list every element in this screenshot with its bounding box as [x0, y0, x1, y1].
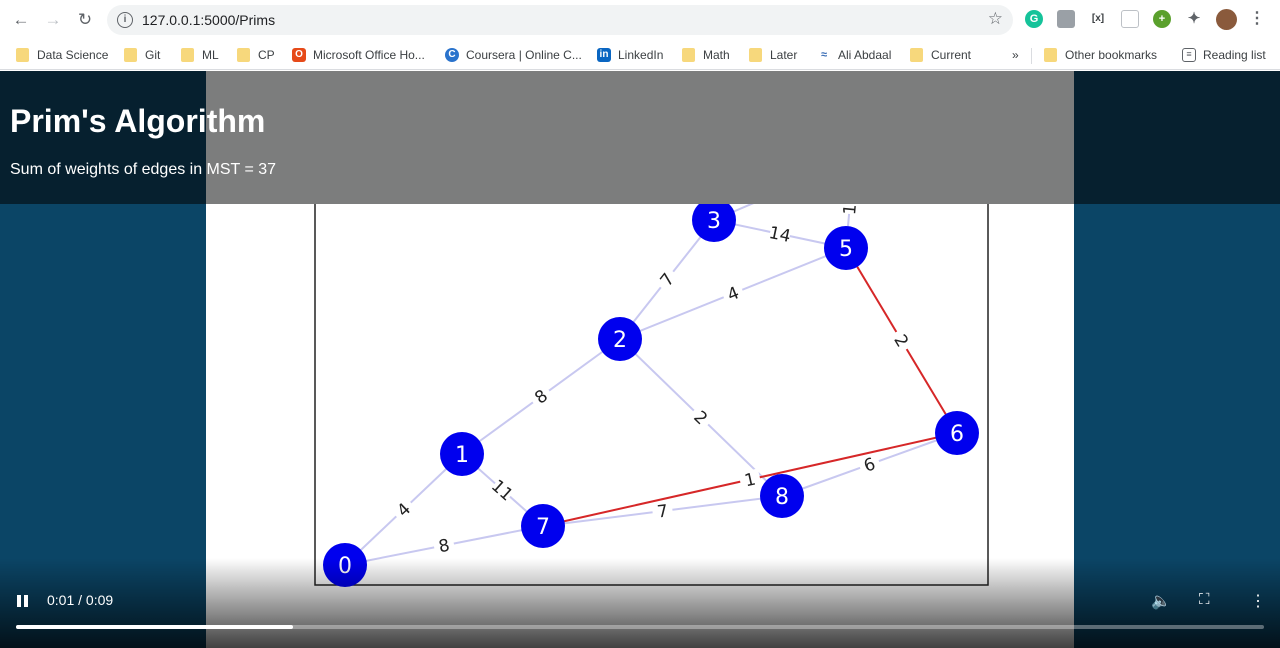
node-label: 7 — [536, 515, 550, 540]
profile-avatar[interactable] — [1216, 9, 1237, 30]
bookmark-math[interactable]: Math — [682, 44, 730, 66]
folder-icon — [1044, 48, 1057, 62]
video-time: 0:01 / 0:09 — [47, 592, 114, 608]
reader-extension-icon[interactable] — [1057, 10, 1075, 28]
folder-icon — [682, 48, 695, 62]
forward-arrow-icon[interactable]: → — [41, 8, 65, 32]
node-layer: 012345678 — [323, 138, 979, 587]
folder-icon — [749, 48, 762, 62]
mst-sum-text: Sum of weights of edges in MST = 37 — [10, 161, 277, 178]
bookmark-current[interactable]: Current — [910, 44, 971, 66]
bookmark-later[interactable]: Later — [749, 44, 797, 66]
node-label: 8 — [775, 485, 789, 510]
edge-weight-label: 14 — [767, 223, 792, 247]
folder-icon — [910, 48, 923, 62]
copy-extension-icon[interactable] — [1121, 10, 1139, 28]
bookmark-git[interactable]: Git — [124, 44, 160, 66]
fullscreen-icon[interactable]: ⛶ — [1199, 591, 1210, 608]
linkedin-icon: in — [597, 48, 611, 62]
bookmark-coursera[interactable]: C Coursera | Online C... — [445, 44, 582, 66]
info-icon[interactable]: i — [117, 12, 133, 28]
url-text[interactable]: 127.0.0.1:5000/Prims — [142, 12, 275, 28]
bookmark-ali-abdaal[interactable]: ≈ Ali Abdaal — [817, 44, 891, 66]
bookmark-linkedin[interactable]: in LinkedIn — [597, 44, 663, 66]
node-label: 1 — [455, 443, 469, 468]
bookmarks-overflow-button[interactable]: » — [1012, 44, 1019, 66]
office-icon: O — [292, 48, 306, 62]
signature-icon: ≈ — [817, 48, 831, 62]
reload-icon[interactable]: ↻ — [73, 8, 97, 32]
bookmarks-divider — [1031, 48, 1032, 64]
bookmark-ml[interactable]: ML — [181, 44, 219, 66]
code-extension-icon[interactable]: [x] — [1089, 10, 1107, 28]
video-controls: 0:01 / 0:09 🔈 ⛶ ⋮ — [0, 587, 1280, 648]
bookmarks-bar: Data Science Git ML CP O Microsoft Office… — [0, 40, 1280, 70]
node-label: 6 — [950, 422, 964, 447]
progress-fill — [16, 625, 294, 629]
back-arrow-icon[interactable]: ← — [9, 8, 33, 32]
header-band-video — [206, 71, 1074, 204]
bookmark-cp[interactable]: CP — [237, 44, 275, 66]
bookmark-microsoft-office[interactable]: O Microsoft Office Ho... — [292, 44, 425, 66]
folder-icon — [16, 48, 29, 62]
folder-icon — [124, 48, 137, 62]
page-title: Prim's Algorithm — [10, 103, 266, 139]
other-bookmarks[interactable]: Other bookmarks — [1044, 44, 1157, 66]
coursera-icon: C — [445, 48, 459, 62]
bookmark-star-icon[interactable]: ☆ — [988, 9, 1003, 29]
menu-kebab-icon[interactable]: ⋮ — [1248, 10, 1266, 28]
plus-extension-icon[interactable]: + — [1153, 10, 1171, 28]
node-label: 5 — [839, 237, 853, 262]
volume-icon[interactable]: 🔈 — [1151, 591, 1171, 611]
grammarly-icon[interactable]: G — [1025, 10, 1043, 28]
folder-icon — [181, 48, 194, 62]
edge-layer — [344, 159, 958, 566]
address-bar[interactable]: i 127.0.0.1:5000/Prims ☆ — [107, 5, 1013, 35]
more-options-icon[interactable]: ⋮ — [1250, 591, 1266, 611]
pause-icon[interactable] — [17, 595, 29, 607]
page-content: 48811742914102167 012345678 Prim's Algor… — [0, 71, 1280, 648]
progress-bar[interactable] — [16, 625, 1264, 629]
folder-icon — [237, 48, 250, 62]
bookmark-data-science[interactable]: Data Science — [16, 44, 108, 66]
reading-list-icon: ≡ — [1182, 48, 1196, 62]
plot-frame — [314, 140, 989, 586]
node-label: 3 — [707, 209, 721, 234]
node-label: 2 — [613, 328, 627, 353]
reading-list[interactable]: ≡ Reading list — [1182, 44, 1266, 66]
browser-toolbar: ← → ↻ i 127.0.0.1:5000/Prims ☆ G [x] + ✦… — [0, 0, 1280, 40]
puzzle-extensions-icon[interactable]: ✦ — [1185, 10, 1203, 28]
